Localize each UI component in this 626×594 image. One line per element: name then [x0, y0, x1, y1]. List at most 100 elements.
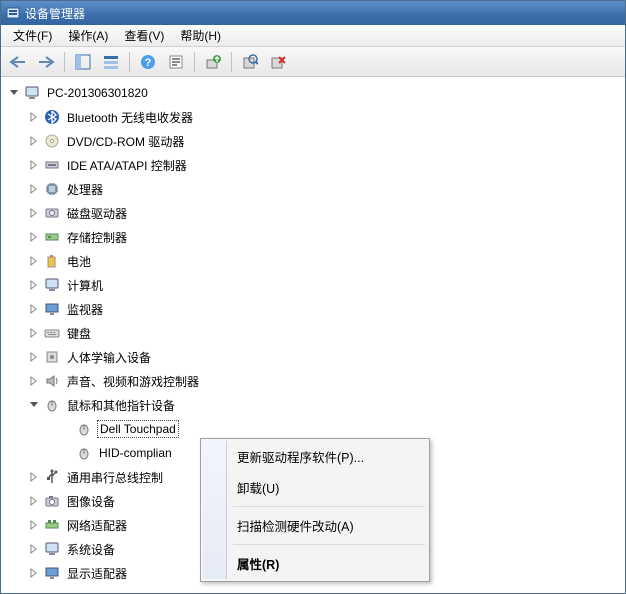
tree-label: 监视器 [65, 300, 105, 319]
expand-icon[interactable] [27, 278, 41, 292]
cpu-icon [43, 180, 61, 198]
menu-help[interactable]: 帮助(H) [172, 25, 229, 46]
tree-root[interactable]: PC-201306301820 [3, 81, 623, 105]
context-menu: 更新驱动程序软件(P)... 卸载(U) 扫描检测硬件改动(A) 属性(R) [200, 438, 430, 582]
mouse-icon [75, 444, 93, 462]
disc-icon [43, 132, 61, 150]
tree-category-keyboard[interactable]: 键盘 [3, 321, 623, 345]
tree-label: 图像设备 [65, 492, 117, 511]
tree-category-dvd[interactable]: DVD/CD-ROM 驱动器 [3, 129, 623, 153]
tree-category-computer[interactable]: 计算机 [3, 273, 623, 297]
tree-label: IDE ATA/ATAPI 控制器 [65, 156, 189, 175]
expand-icon[interactable] [27, 230, 41, 244]
context-menu-scan-hardware[interactable]: 扫描检测硬件改动(A) [203, 510, 427, 541]
expand-icon[interactable] [27, 206, 41, 220]
toolbar-separator [129, 52, 130, 72]
expand-icon[interactable] [27, 158, 41, 172]
properties-button[interactable] [165, 51, 187, 73]
monitor-icon [43, 300, 61, 318]
menu-view[interactable]: 查看(V) [116, 25, 172, 46]
menubar: 文件(F) 操作(A) 查看(V) 帮助(H) [1, 25, 625, 47]
display-adapter-icon [43, 564, 61, 582]
tree-label: 存储控制器 [65, 228, 129, 247]
collapse-icon[interactable] [27, 398, 41, 412]
toolbar: ? [1, 47, 625, 77]
collapse-icon[interactable] [7, 86, 21, 100]
svg-text:?: ? [145, 57, 152, 69]
tree-label: HID-complian [97, 445, 174, 461]
tree-category-storage[interactable]: 存储控制器 [3, 225, 623, 249]
expand-icon[interactable] [27, 518, 41, 532]
tree-label: DVD/CD-ROM 驱动器 [65, 132, 186, 151]
tree-category-ide[interactable]: IDE ATA/ATAPI 控制器 [3, 153, 623, 177]
tree-category-monitor[interactable]: 监视器 [3, 297, 623, 321]
keyboard-icon [43, 324, 61, 342]
expand-icon[interactable] [27, 542, 41, 556]
tree-label: 鼠标和其他指针设备 [65, 396, 177, 415]
tree-label: 键盘 [65, 324, 93, 343]
tree-label: Bluetooth 无线电收发器 [65, 108, 195, 127]
details-view-button[interactable] [100, 51, 122, 73]
system-icon [43, 540, 61, 558]
context-menu-uninstall[interactable]: 卸载(U) [203, 472, 427, 503]
expand-icon[interactable] [27, 566, 41, 580]
tree-category-mouse[interactable]: 鼠标和其他指针设备 [3, 393, 623, 417]
expand-icon[interactable] [27, 254, 41, 268]
show-hide-tree-button[interactable] [72, 51, 94, 73]
expand-icon[interactable] [27, 302, 41, 316]
network-icon [43, 516, 61, 534]
expand-icon[interactable] [27, 470, 41, 484]
expand-icon[interactable] [27, 326, 41, 340]
tree-category-disk[interactable]: 磁盘驱动器 [3, 201, 623, 225]
context-menu-separator [233, 544, 425, 545]
context-menu-update-driver[interactable]: 更新驱动程序软件(P)... [203, 441, 427, 472]
computer-icon [43, 276, 61, 294]
ide-icon [43, 156, 61, 174]
mouse-icon [75, 420, 93, 438]
toolbar-separator [194, 52, 195, 72]
tree-category-bluetooth[interactable]: Bluetooth 无线电收发器 [3, 105, 623, 129]
tree-label: 计算机 [65, 276, 105, 295]
uninstall-button[interactable] [267, 51, 289, 73]
tree-label: 通用串行总线控制 [65, 468, 165, 487]
tree-label: 磁盘驱动器 [65, 204, 129, 223]
context-menu-separator [233, 506, 425, 507]
tree-label: PC-201306301820 [45, 85, 150, 101]
disk-icon [43, 204, 61, 222]
help-button[interactable]: ? [137, 51, 159, 73]
battery-icon [43, 252, 61, 270]
expand-icon[interactable] [27, 350, 41, 364]
tree-label: 显示适配器 [65, 564, 129, 583]
mouse-icon [43, 396, 61, 414]
storage-icon [43, 228, 61, 246]
forward-button[interactable] [35, 51, 57, 73]
hid-icon [43, 348, 61, 366]
back-button[interactable] [7, 51, 29, 73]
expand-icon[interactable] [27, 110, 41, 124]
scan-hardware-button[interactable] [239, 51, 261, 73]
tree-category-battery[interactable]: 电池 [3, 249, 623, 273]
expand-icon[interactable] [27, 134, 41, 148]
tree-label: 电池 [65, 252, 93, 271]
update-driver-button[interactable] [202, 51, 224, 73]
tree-label: 人体学输入设备 [65, 348, 153, 367]
expand-icon[interactable] [27, 182, 41, 196]
menu-action[interactable]: 操作(A) [60, 25, 116, 46]
expand-icon[interactable] [27, 494, 41, 508]
tree-label: 处理器 [65, 180, 105, 199]
tree-category-sound[interactable]: 声音、视频和游戏控制器 [3, 369, 623, 393]
context-menu-properties[interactable]: 属性(R) [203, 548, 427, 579]
tree-category-processor[interactable]: 处理器 [3, 177, 623, 201]
bluetooth-icon [43, 108, 61, 126]
tree-label: 声音、视频和游戏控制器 [65, 372, 201, 391]
tree-label: Dell Touchpad [97, 420, 179, 438]
usb-icon [43, 468, 61, 486]
sound-icon [43, 372, 61, 390]
titlebar: 设备管理器 [1, 1, 625, 25]
menu-file[interactable]: 文件(F) [5, 25, 60, 46]
expand-icon[interactable] [27, 374, 41, 388]
tree-label: 系统设备 [65, 540, 117, 559]
tree-category-hid[interactable]: 人体学输入设备 [3, 345, 623, 369]
toolbar-separator [64, 52, 65, 72]
camera-icon [43, 492, 61, 510]
